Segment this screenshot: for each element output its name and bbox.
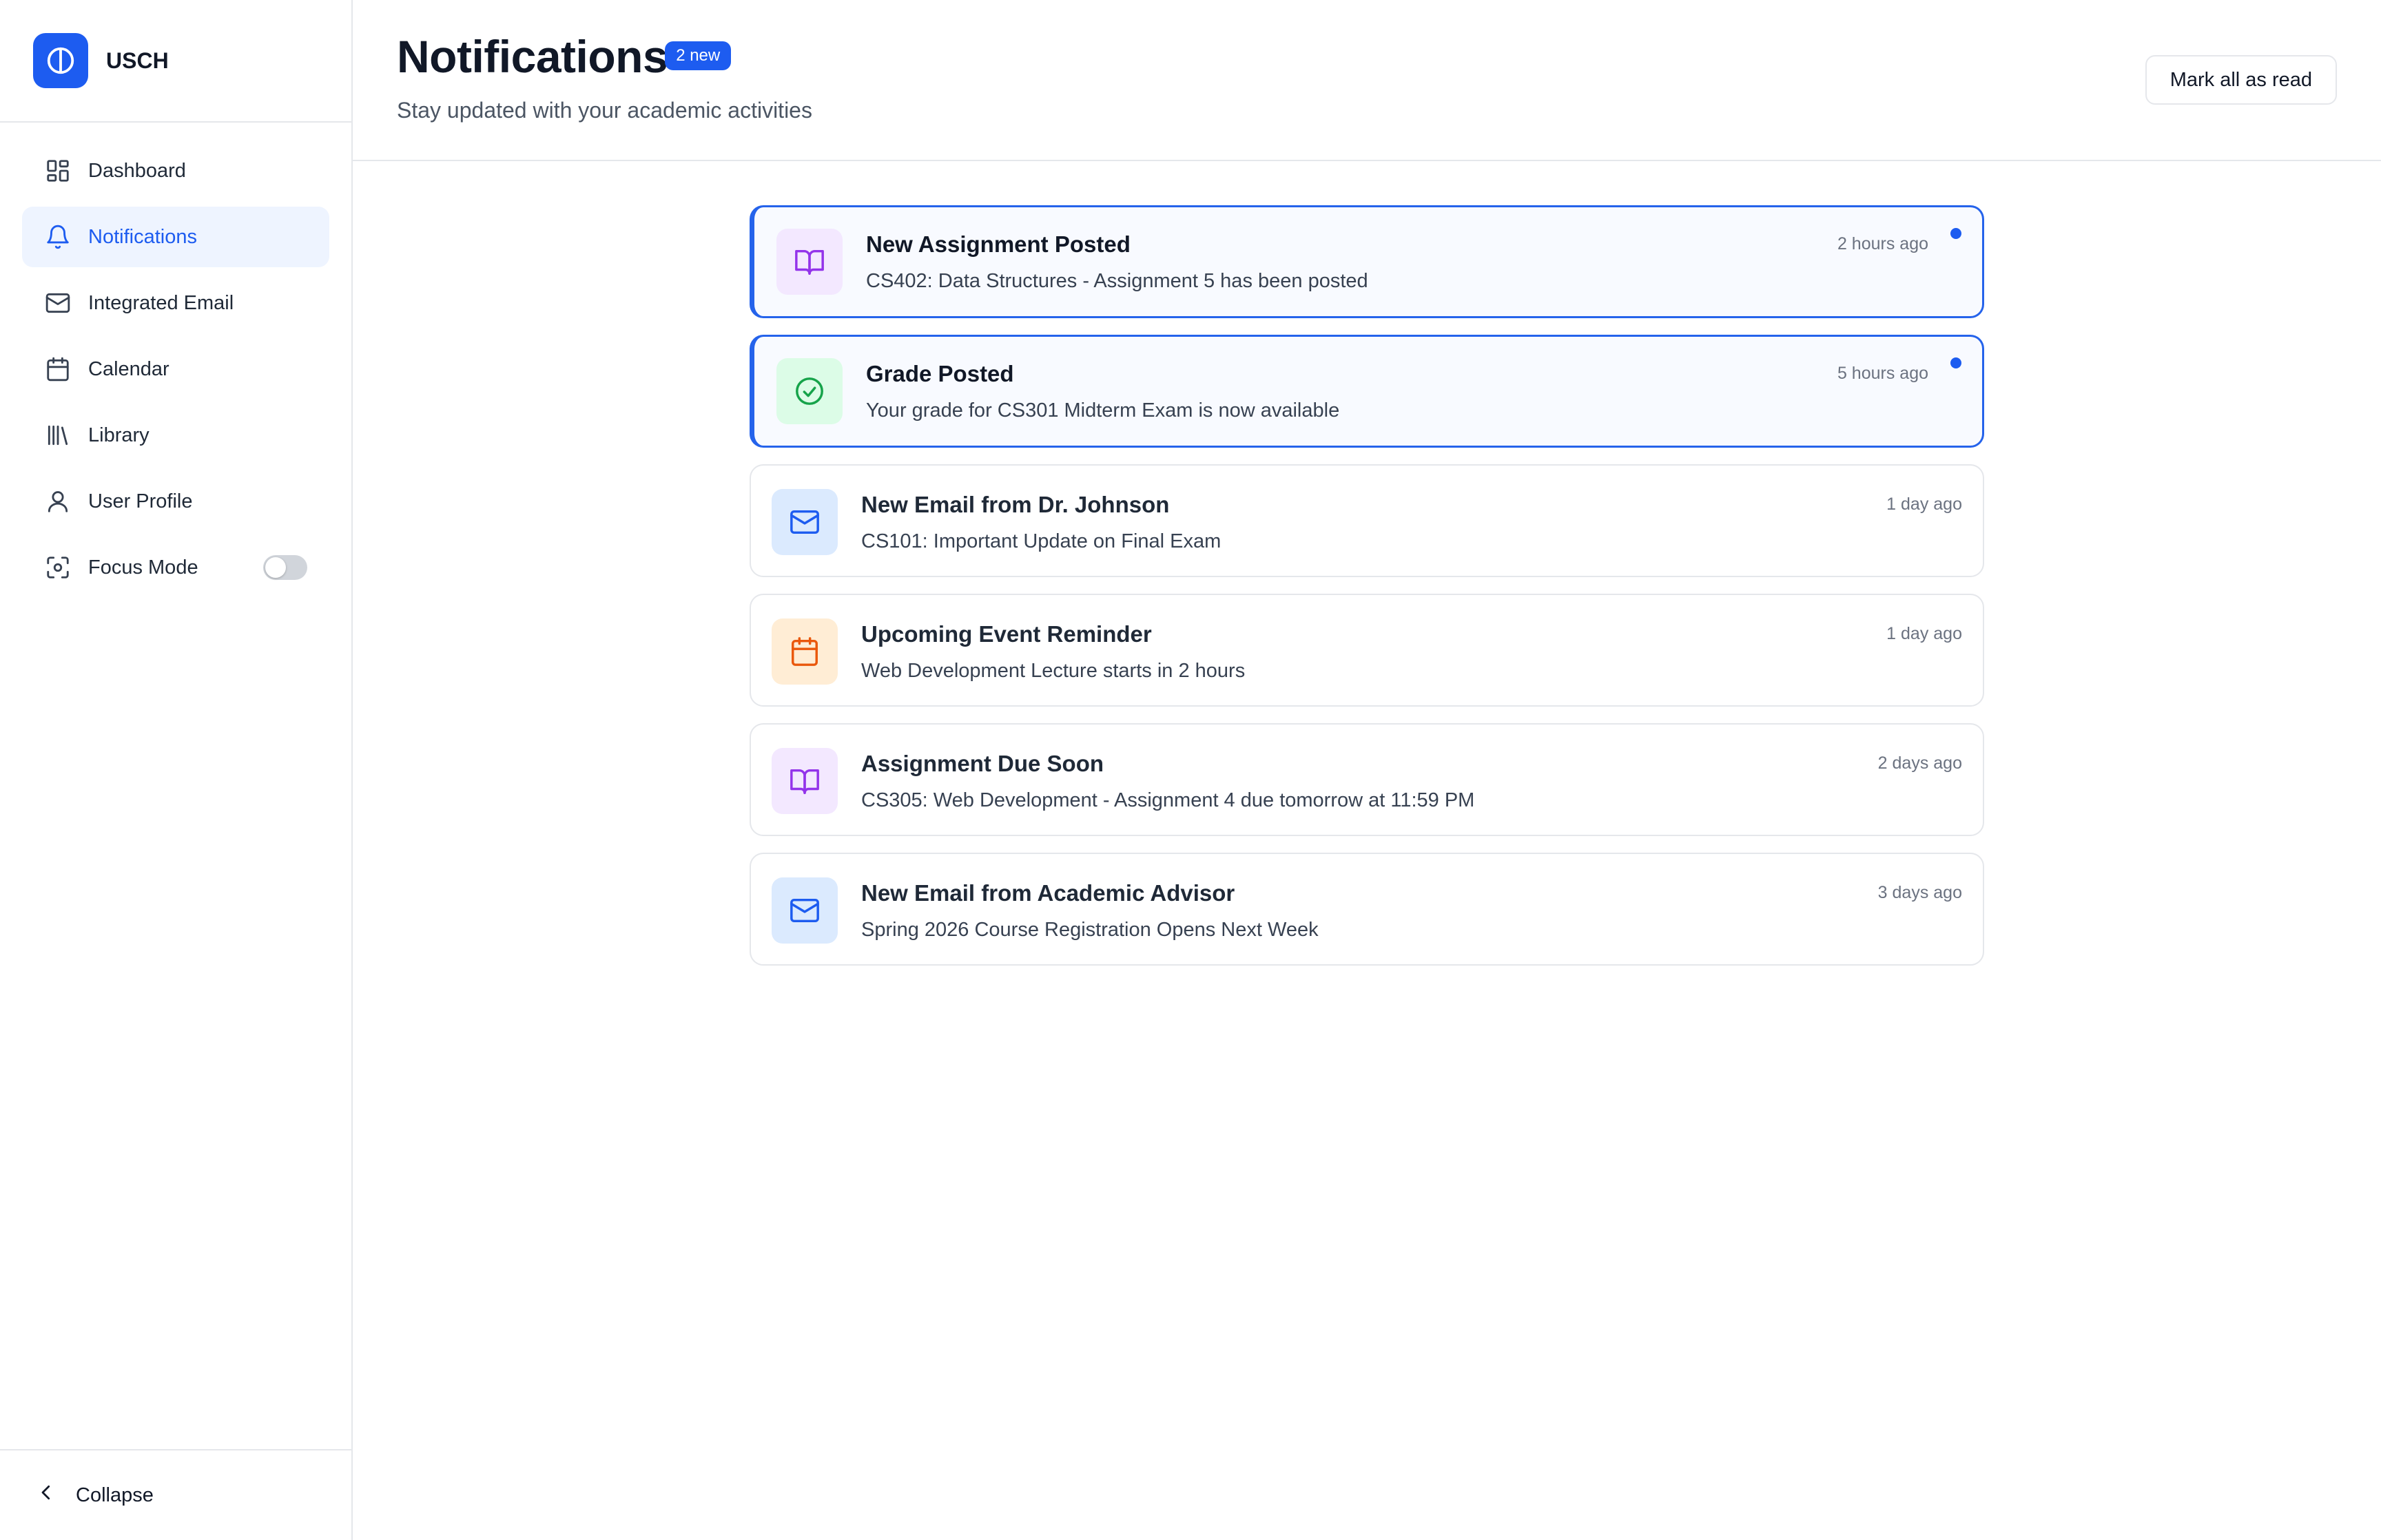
focus-mode-toggle[interactable] xyxy=(263,555,307,580)
mail-icon xyxy=(772,489,838,555)
toggle-knob xyxy=(265,557,286,578)
sidebar-item-library[interactable]: Library xyxy=(22,405,329,466)
notification-title: New Email from Dr. Johnson xyxy=(861,492,1170,517)
sidebar-item-label: Dashboard xyxy=(88,159,186,182)
sidebar-item-label: User Profile xyxy=(88,490,193,512)
notification-time: 1 day ago xyxy=(1886,495,1962,514)
unread-dot xyxy=(1950,228,1961,239)
notification-card[interactable]: New Email from Dr. Johnson CS101: Import… xyxy=(750,464,1984,577)
sidebar-item-calendar[interactable]: Calendar xyxy=(22,339,329,399)
mark-all-read-button[interactable]: Mark all as read xyxy=(2145,55,2337,105)
notification-time: 5 hours ago xyxy=(1837,364,1928,383)
notification-title: Assignment Due Soon xyxy=(861,751,1104,776)
mail-icon xyxy=(772,877,838,944)
main-content: Notifications 2 new Stay updated with yo… xyxy=(353,0,2381,1540)
sidebar-item-label: Calendar xyxy=(88,357,169,380)
notification-time: 1 day ago xyxy=(1886,624,1962,643)
focus-icon xyxy=(44,554,72,581)
new-count-badge: 2 new xyxy=(665,41,732,70)
notification-time: 3 days ago xyxy=(1877,883,1962,902)
notification-time: 2 days ago xyxy=(1877,753,1962,773)
sidebar-item-label: Focus Mode xyxy=(88,556,198,579)
user-icon xyxy=(44,488,72,515)
sidebar-item-label: Library xyxy=(88,424,150,446)
page-header: Notifications 2 new Stay updated with yo… xyxy=(353,0,2381,161)
sidebar-item-dashboard[interactable]: Dashboard xyxy=(22,141,329,201)
check-circle-icon xyxy=(776,358,843,424)
notification-description: CS101: Important Update on Final Exam xyxy=(861,530,1222,552)
notification-card[interactable]: Upcoming Event Reminder Web Development … xyxy=(750,594,1984,707)
notification-time: 2 hours ago xyxy=(1837,234,1928,253)
page-title: Notifications xyxy=(397,31,668,82)
collapse-label: Collapse xyxy=(76,1484,154,1506)
notification-description: CS402: Data Structures - Assignment 5 ha… xyxy=(866,270,1368,292)
sidebar-item-label: Integrated Email xyxy=(88,291,234,314)
notification-card[interactable]: Grade Posted Your grade for CS301 Midter… xyxy=(750,335,1984,448)
notification-card[interactable]: New Assignment Posted CS402: Data Struct… xyxy=(750,205,1984,318)
page-subtitle: Stay updated with your academic activiti… xyxy=(397,98,812,123)
sidebar-nav: Dashboard Notifications Integrated Email… xyxy=(0,123,351,1449)
bell-icon xyxy=(44,223,72,251)
brand-name: USCH xyxy=(106,48,169,73)
chevron-left-icon xyxy=(36,1482,56,1508)
notification-title: Upcoming Event Reminder xyxy=(861,621,1152,647)
sidebar-item-focus-mode: Focus Mode xyxy=(22,537,329,598)
notification-description: Spring 2026 Course Registration Opens Ne… xyxy=(861,919,1319,941)
sidebar-item-notifications[interactable]: Notifications xyxy=(22,207,329,267)
notification-card[interactable]: New Email from Academic Advisor Spring 2… xyxy=(750,853,1984,966)
calendar-icon xyxy=(772,618,838,685)
notification-description: Your grade for CS301 Midterm Exam is now… xyxy=(866,399,1340,422)
book-open-icon xyxy=(772,748,838,814)
notification-list: New Assignment Posted CS402: Data Struct… xyxy=(353,161,2381,982)
sidebar-item-user-profile[interactable]: User Profile xyxy=(22,471,329,532)
unread-dot xyxy=(1950,357,1961,368)
logo-icon xyxy=(33,33,88,88)
mail-icon xyxy=(44,289,72,317)
brand: USCH xyxy=(0,0,351,123)
collapse-button[interactable]: Collapse xyxy=(0,1449,351,1540)
sidebar: USCH Dashboard Notifications Integrated … xyxy=(0,0,353,1540)
sidebar-item-integrated-email[interactable]: Integrated Email xyxy=(22,273,329,333)
notification-title: Grade Posted xyxy=(866,361,1014,386)
notification-title: New Email from Academic Advisor xyxy=(861,880,1235,906)
notification-title: New Assignment Posted xyxy=(866,231,1131,257)
notification-card[interactable]: Assignment Due Soon CS305: Web Developme… xyxy=(750,723,1984,836)
notification-description: CS305: Web Development - Assignment 4 du… xyxy=(861,789,1475,811)
calendar-icon xyxy=(44,355,72,383)
sidebar-item-label: Notifications xyxy=(88,225,197,248)
book-open-icon xyxy=(776,229,843,295)
title-row: Notifications 2 new xyxy=(397,30,732,83)
notification-description: Web Development Lecture starts in 2 hour… xyxy=(861,660,1246,682)
dashboard-grid-icon xyxy=(44,157,72,185)
library-icon xyxy=(44,422,72,449)
